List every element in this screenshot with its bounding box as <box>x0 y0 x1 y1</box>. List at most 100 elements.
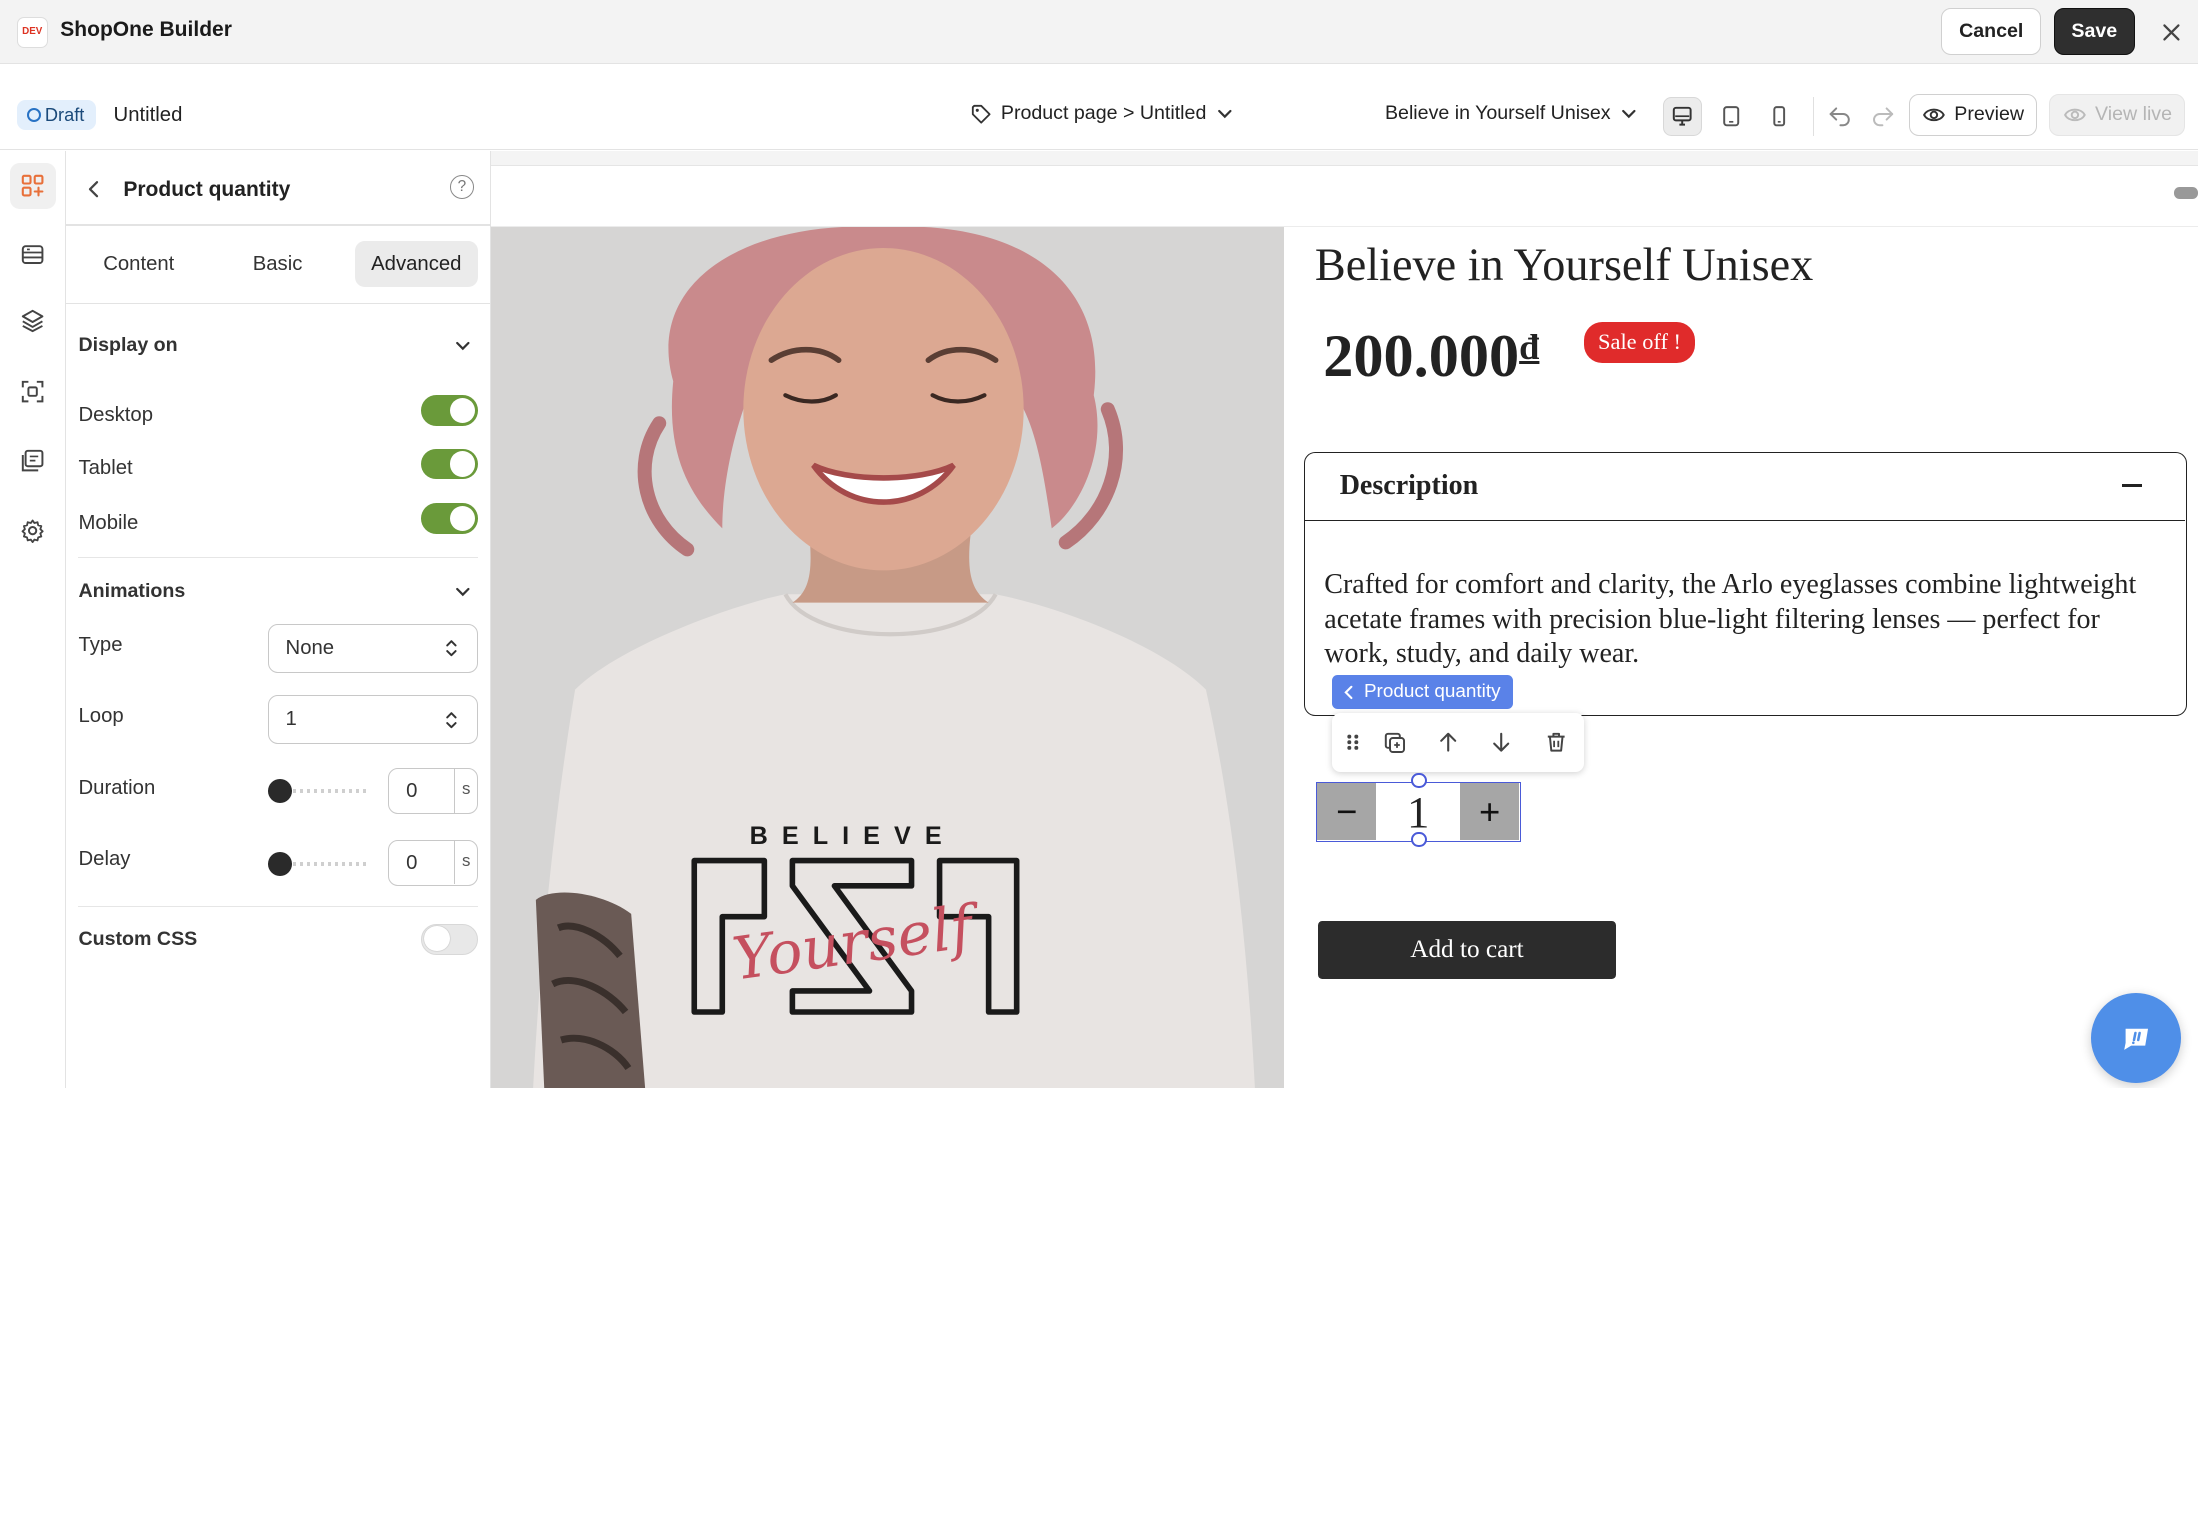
app-title: ShopOne Builder <box>60 18 232 42</box>
close-icon[interactable] <box>2156 17 2187 48</box>
tablet-icon <box>1723 106 1740 127</box>
back-chevron-icon[interactable] <box>83 178 105 200</box>
templates-icon[interactable] <box>10 369 56 415</box>
page-selector[interactable]: Product page > Untitled <box>970 102 1234 125</box>
tablet-view-button[interactable] <box>1712 97 1751 136</box>
quantity-stepper[interactable]: − 1 + <box>1316 772 1521 848</box>
mobile-toggle[interactable] <box>420 503 478 535</box>
page-preview: BELIEVE Yourself Believe in Yourself Uni… <box>490 165 2198 1088</box>
panel-divider <box>65 302 491 305</box>
mobile-icon <box>1772 106 1785 127</box>
animation-loop-value: 1 <box>285 708 297 731</box>
chat-icon <box>2123 1028 2148 1050</box>
description-text: Crafted for comfort and clarity, the Arl… <box>1324 569 2137 669</box>
desktop-toggle[interactable] <box>420 395 478 427</box>
duration-input[interactable]: 0 s <box>388 768 478 815</box>
save-button[interactable]: Save <box>2053 8 2135 55</box>
chat-support-button[interactable] <box>2091 993 2182 1084</box>
status-label: Draft <box>44 104 85 125</box>
duration-value: 0 <box>406 780 418 803</box>
settings-icon[interactable] <box>10 507 56 553</box>
drag-handle-icon[interactable] <box>1337 727 1368 758</box>
chevron-down-icon[interactable] <box>453 582 473 602</box>
pages-icon[interactable] <box>10 437 56 483</box>
help-icon[interactable]: ? <box>449 175 474 200</box>
tab-basic[interactable]: Basic <box>216 241 339 287</box>
currency-symbol: đ <box>1519 327 1540 368</box>
document-name[interactable]: Untitled <box>114 104 183 127</box>
animations-title[interactable]: Animations <box>78 580 185 603</box>
desktop-view-button[interactable] <box>1662 96 1702 136</box>
view-live-label: View live <box>2095 103 2173 126</box>
product-title[interactable]: Believe in Yourself Unisex <box>1315 239 1813 292</box>
duration-label: Duration <box>78 776 156 799</box>
page-header-section[interactable] <box>490 166 2198 227</box>
delay-slider-track[interactable] <box>278 862 371 867</box>
mobile-label: Mobile <box>78 511 139 534</box>
move-down-icon[interactable] <box>1486 727 1517 758</box>
quantity-increase-button[interactable]: + <box>1460 782 1520 841</box>
delay-input[interactable]: 0 s <box>388 839 478 886</box>
up-down-chevron-icon <box>446 640 457 657</box>
up-down-chevron-icon <box>446 712 457 729</box>
tag-icon <box>971 104 991 124</box>
preview-button[interactable]: Preview <box>1909 93 2037 136</box>
chevron-down-icon <box>1622 109 1636 119</box>
redo-icon[interactable] <box>1867 100 1898 131</box>
element-toolbar <box>1331 713 1585 772</box>
quantity-decrease-button[interactable]: − <box>1317 782 1377 841</box>
toolbar-divider <box>1812 96 1814 136</box>
cancel-button[interactable]: Cancel <box>1941 8 2041 55</box>
price-value: 200.000 <box>1323 323 1520 390</box>
product-image[interactable]: BELIEVE Yourself <box>490 226 1285 1088</box>
tab-advanced[interactable]: Advanced <box>354 241 478 288</box>
section-divider <box>78 556 478 558</box>
duration-slider-thumb[interactable] <box>267 779 292 804</box>
elements-icon[interactable] <box>9 162 57 209</box>
custom-css-toggle[interactable] <box>420 923 478 955</box>
view-live-button[interactable]: View live <box>2049 93 2186 136</box>
left-rail <box>0 151 66 1088</box>
page-path: Product page > Untitled <box>1000 102 1207 125</box>
delete-icon[interactable] <box>1541 727 1572 758</box>
app-logo: DEV <box>16 16 48 48</box>
preview-label: Preview <box>1954 103 2025 126</box>
selected-element-name: Product quantity <box>1363 681 1501 703</box>
resize-handle-top[interactable] <box>1411 772 1427 789</box>
chevron-down-icon[interactable] <box>453 336 473 356</box>
delay-label: Delay <box>78 848 131 871</box>
type-label: Type <box>78 633 123 656</box>
eye-icon <box>2063 108 2086 122</box>
sale-badge[interactable]: Sale off ! <box>1584 322 1696 363</box>
product-selector[interactable]: Believe in Yourself Unisex <box>1385 102 1639 125</box>
selected-element-label[interactable]: Product quantity <box>1331 675 1514 709</box>
mobile-view-button[interactable] <box>1759 97 1798 136</box>
custom-css-label: Custom CSS <box>78 927 198 950</box>
delay-unit: s <box>453 840 478 885</box>
display-on-title[interactable]: Display on <box>78 334 177 357</box>
animation-type-select[interactable]: None <box>267 623 478 673</box>
scroll-handle[interactable] <box>2174 187 2198 199</box>
eye-icon <box>1923 108 1945 122</box>
layers-icon[interactable] <box>10 297 56 343</box>
section-divider <box>78 905 478 907</box>
description-header[interactable]: Description <box>1304 453 2185 521</box>
description-title: Description <box>1339 470 1479 502</box>
duration-slider-track[interactable] <box>278 789 371 794</box>
add-to-cart-button[interactable]: Add to cart <box>1317 920 1617 980</box>
animation-loop-select[interactable]: 1 <box>267 695 478 745</box>
collapse-minus-icon[interactable] <box>2121 484 2142 487</box>
resize-handle-bottom[interactable] <box>1411 831 1427 848</box>
sections-icon[interactable] <box>10 231 56 277</box>
panel-divider <box>65 224 491 226</box>
move-up-icon[interactable] <box>1433 727 1464 758</box>
tab-content[interactable]: Content <box>80 241 198 287</box>
shirt-print-text: BELIEVE <box>749 821 955 849</box>
delay-slider-thumb[interactable] <box>267 852 292 877</box>
undo-icon[interactable] <box>1825 100 1856 131</box>
app-root: DEV ShopOne Builder Cancel Save Draft Un… <box>0 0 2198 1088</box>
chevron-down-icon <box>1217 109 1232 119</box>
tablet-toggle[interactable] <box>420 448 478 480</box>
duplicate-icon[interactable] <box>1379 727 1410 758</box>
product-price[interactable]: 200.000đ <box>1323 322 1539 392</box>
